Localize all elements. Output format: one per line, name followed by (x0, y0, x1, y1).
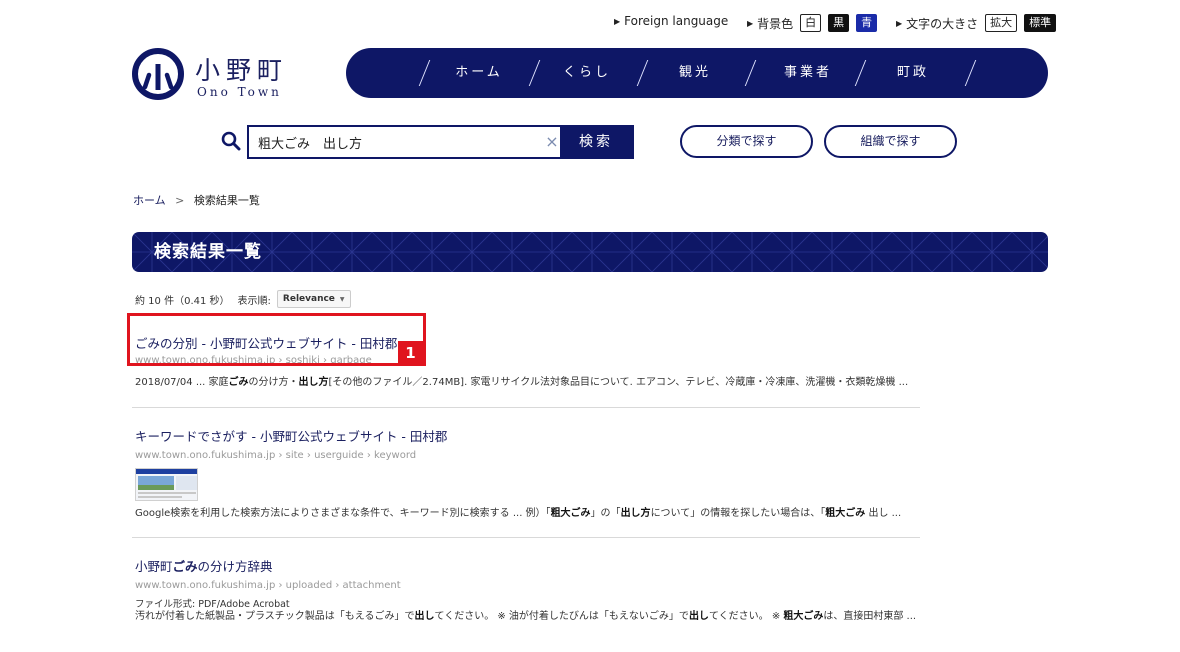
search-button[interactable]: 検索 (560, 127, 632, 157)
result-snippet: 汚れが付着した紙製品・プラスチック製品は「もえるごみ」で出してください。 ※ 油… (135, 610, 920, 624)
highlighted-term: 粗大ごみ (783, 611, 824, 622)
breadcrumb-separator: > (175, 194, 185, 207)
result-snippet-row: Google検索を利用した検索方法によりさまざまな条件で、キーワード別に検索する… (135, 507, 920, 521)
nav-item-business[interactable]: 事業者 (768, 48, 848, 98)
search-by-organization-button[interactable]: 組織で探す (824, 125, 957, 158)
town-emblem-icon (132, 48, 184, 100)
bg-blue-button[interactable]: 青 (856, 14, 878, 32)
breadcrumb-current: 検索結果一覧 (193, 194, 260, 207)
result-count: 約 10 件（0.41 秒） (135, 295, 230, 307)
snippet-text: について」の情報を探したい場合は、「 (650, 508, 826, 519)
triangle-right-icon: ▶ (896, 18, 903, 28)
highlighted-term: ごみ (172, 559, 198, 574)
utility-bar: ▶ Foreign language ▶ 背景色 白 黒 青 ▶ 文字の大きさ … (0, 14, 1180, 34)
result-url: www.town.ono.fukushima.jp › site › userg… (135, 450, 417, 461)
highlighted-term: 出し方 (620, 508, 651, 519)
snippet-text: 小野町 (135, 559, 173, 574)
bg-black-button[interactable]: 黒 (828, 14, 850, 32)
snippet-text: Google検索を利用した検索方法によりさまざまな条件で、キーワード別に検索する… (135, 508, 551, 519)
annotation-highlight-box (127, 313, 426, 366)
result-snippet-row: 汚れが付着した紙製品・プラスチック製品は「もえるごみ」で出してください。 ※ 油… (135, 610, 920, 624)
search-icon (221, 131, 241, 151)
snippet-text: の分け方・ (248, 377, 299, 388)
snippet-text: の分け方辞典 (197, 559, 273, 574)
snippet-text: [その他のファイル／2.74MB]. 家電リサイクル法対象品目について. エアコ… (328, 377, 909, 388)
result-title-link[interactable]: キーワードでさがす - 小野町公式ウェブサイト - 田村郡 (135, 426, 920, 445)
bg-white-button[interactable]: 白 (800, 14, 822, 32)
page-title-banner: 検索結果一覧 (132, 232, 1048, 272)
result-divider (132, 407, 920, 408)
font-normal-button[interactable]: 標準 (1024, 14, 1057, 32)
snippet-text: 2018/07/04 ... 家庭 (135, 377, 229, 388)
breadcrumb-home-link[interactable]: ホーム (133, 194, 166, 207)
highlighted-term: 粗大ごみ (550, 508, 591, 519)
snippet-text: は、直接田村東部 ... (823, 611, 917, 622)
foreign-language-link[interactable]: ▶ Foreign language (614, 14, 728, 28)
highlighted-term: 粗大ごみ (825, 508, 866, 519)
nav-separator (964, 60, 977, 86)
snippet-text: 出し ... (865, 508, 902, 519)
result-url: www.town.ono.fukushima.jp › uploaded › a… (135, 580, 401, 591)
nav-separator (636, 60, 649, 86)
highlighted-term: 出し方 (298, 377, 329, 388)
nav-separator (528, 60, 541, 86)
highlighted-term: 出し (414, 611, 435, 622)
result-snippet: 2018/07/04 ... 家庭ごみの分け方・出し方[その他のファイル／2.7… (135, 376, 920, 390)
nav-separator (744, 60, 757, 86)
site-logo[interactable]: 小野町 Ono Town (131, 47, 291, 103)
result-snippet-row: 2018/07/04 ... 家庭ごみの分け方・出し方[その他のファイル／2.7… (135, 376, 920, 390)
triangle-right-icon: ▶ (747, 18, 754, 28)
nav-separator (418, 60, 431, 86)
nav-separator (854, 60, 867, 86)
sort-label: 表示順: (237, 295, 271, 307)
font-enlarge-button[interactable]: 拡大 (985, 14, 1018, 32)
nav-item-tourism[interactable]: 観光 (660, 48, 730, 98)
search-box: × 検索 (247, 125, 634, 159)
search-by-category-button[interactable]: 分類で探す (680, 125, 813, 158)
sort-value: Relevance (282, 294, 335, 304)
sort-select[interactable]: Relevance ▼ (276, 290, 351, 308)
result-url-row: www.town.ono.fukushima.jp › site › userg… (135, 450, 920, 461)
result-divider (132, 537, 920, 538)
thumbnail-image (136, 469, 197, 500)
nav-item-home[interactable]: ホーム (444, 48, 514, 98)
page-title: 検索結果一覧 (154, 242, 262, 262)
foreign-language-label: Foreign language (624, 14, 729, 28)
triangle-right-icon: ▶ (614, 16, 621, 26)
result-url-row: www.town.ono.fukushima.jp › uploaded › a… (135, 580, 920, 591)
snippet-text: てください。 ※ (708, 611, 784, 622)
clear-icon[interactable]: × (543, 132, 561, 152)
snippet-text: 」の「 (590, 508, 621, 519)
main-nav: ホーム くらし 観光 事業者 町政 (346, 48, 1048, 98)
hemp-leaf-pattern (132, 232, 1048, 272)
highlighted-term: ごみ (228, 377, 249, 388)
result-item: キーワードでさがす - 小野町公式ウェブサイト - 田村郡 (135, 426, 920, 445)
snippet-text: てください。 ※ 油が付着したびんは「もえないごみ」で (434, 611, 689, 622)
result-meta: 約 10 件（0.41 秒） 表示順: Relevance ▼ (135, 290, 351, 308)
background-color-label: 背景色 (757, 16, 794, 31)
result-snippet: Google検索を利用した検索方法によりさまざまな条件で、キーワード別に検索する… (135, 507, 920, 521)
logo-english-text: Ono Town (197, 85, 282, 99)
nav-item-town-admin[interactable]: 町政 (878, 48, 948, 98)
breadcrumb: ホーム > 検索結果一覧 (133, 192, 260, 208)
result-item: 小野町ごみの分け方辞典 (135, 556, 920, 575)
highlighted-term: 出し (688, 611, 709, 622)
snippet-text: 汚れが付着した紙製品・プラスチック製品は「もえるごみ」で (135, 611, 415, 622)
result-thumbnail[interactable] (135, 468, 198, 501)
logo-japanese-text: 小野町 (195, 56, 289, 85)
caret-down-icon: ▼ (339, 295, 345, 303)
background-color-group: ▶ 背景色 白 黒 青 (747, 14, 878, 32)
annotation-badge: 1 (398, 341, 423, 366)
font-size-label: 文字の大きさ (906, 16, 979, 31)
search-input[interactable] (249, 127, 539, 157)
font-size-group: ▶ 文字の大きさ 拡大 標準 (896, 14, 1057, 32)
nav-item-living[interactable]: くらし (552, 48, 622, 98)
result-title-link[interactable]: 小野町ごみの分け方辞典 (135, 556, 920, 575)
